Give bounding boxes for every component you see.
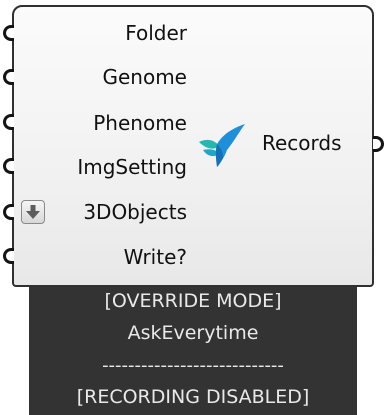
input-grip-3dobjects[interactable] (3, 204, 14, 220)
hummingbird-icon (199, 124, 245, 167)
grasshopper-component[interactable]: Folder Genome Phenome ImgSetting 3DObjec… (0, 0, 385, 415)
input-label-3dobjects[interactable]: 3DObjects (83, 200, 187, 224)
input-label-imgsetting[interactable]: ImgSetting (77, 155, 187, 179)
input-grip-folder[interactable] (3, 25, 14, 41)
input-grip-phenome[interactable] (3, 114, 14, 130)
input-label-write[interactable]: Write? (124, 245, 187, 269)
input-grip-write[interactable] (3, 248, 14, 264)
override-mode-value: AskEverytime (127, 322, 259, 344)
arrow-down-icon[interactable] (21, 200, 45, 224)
input-grip-imgsetting[interactable] (3, 158, 14, 174)
input-label-genome[interactable]: Genome (102, 65, 187, 89)
recording-status: [RECORDING DISABLED] (76, 386, 310, 408)
output-grip-records[interactable] (373, 136, 384, 152)
override-mode-heading: [OVERRIDE MODE] (104, 290, 282, 312)
input-label-phenome[interactable]: Phenome (93, 111, 187, 135)
status-separator: ---------------------------- (102, 355, 284, 376)
input-grip-genome[interactable] (3, 69, 14, 85)
input-label-folder[interactable]: Folder (125, 21, 187, 45)
output-label-records[interactable]: Records (262, 131, 342, 155)
